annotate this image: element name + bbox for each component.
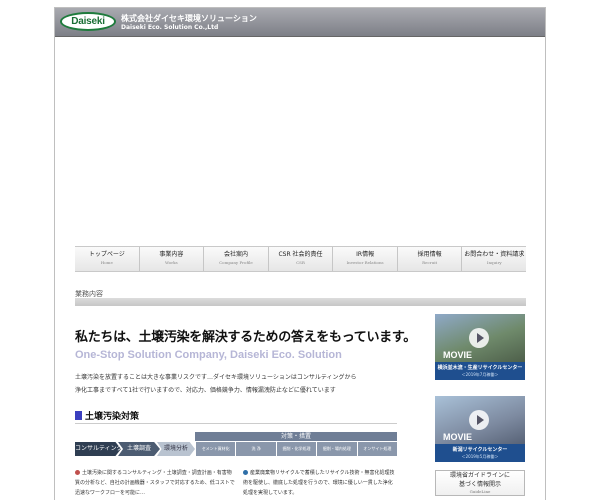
site-header: Daiseki 株式会社ダイセキ環境ソリューション Daiseki Eco. S… <box>55 8 545 37</box>
main-headline: 私たちは、土壌汚染を解決するための答えをもっています。 <box>75 330 416 345</box>
nav-sublabel: Home <box>100 260 113 265</box>
intro-text: 土壌汚染を放置することは大きな事業リスクです…ダイセキ環境ソリューションはコンサ… <box>75 371 397 397</box>
nav-label: IR情報 <box>356 251 375 258</box>
main-subheadline: One-Stop Solution Company, Daiseki Eco. … <box>75 349 342 361</box>
banner-title: 横浜並木流・生産リサイクルセンター <box>437 365 523 371</box>
section-header: 業務内容 <box>75 289 526 306</box>
nav-sublabel: Works <box>165 260 178 265</box>
flow-row: コンサルティング 土壌調査 環境分析 セメント資材化 洗 浄 掘削・化学処理 掘… <box>75 442 398 456</box>
global-nav: トップページ Home 事業内容 Works 会社案内 Company Prof… <box>75 246 526 272</box>
nav-item-company[interactable]: 会社案内 Company Profile <box>204 247 269 271</box>
company-name-en: Daiseki Eco. Solution Co.,Ltd <box>121 24 219 31</box>
banner-subtitle: ＜2019年7月稼働＞ <box>461 372 499 377</box>
flow-sub-step: 洗 浄 <box>236 442 276 456</box>
nav-item-inquiry[interactable]: お問合わせ・資料請求 Inquiry <box>462 247 526 271</box>
intro-line: 土壌汚染を放置することは大きな事業リスクです…ダイセキ環境ソリューションはコンサ… <box>75 374 357 381</box>
nav-sublabel: Investor Relations <box>346 260 384 265</box>
flow-sub-step: 掘削・化学処理 <box>276 442 317 456</box>
description-consulting: 土壌汚染に関するコンサルティング・土壌調査・調査計画・有害物質の分析など、自社の… <box>75 468 235 498</box>
nav-item-csr[interactable]: CSR 社会的責任 CSR <box>269 247 334 271</box>
logo-text: Daiseki <box>71 16 105 27</box>
nav-sublabel: Inquiry <box>486 260 502 265</box>
bullet-dot-icon <box>243 470 248 475</box>
nav-sublabel: Company Profile <box>219 260 253 265</box>
nav-item-works[interactable]: 事業内容 Works <box>140 247 205 271</box>
subsection-rule <box>75 423 397 424</box>
flow-sub-steps: セメント資材化 洗 浄 掘削・化学処理 掘削・場内処理 オンサイト処理 <box>196 442 398 456</box>
nav-label: 採用情報 <box>417 251 442 258</box>
banner-subtitle: ＜2019年5月稼働＞ <box>461 454 499 459</box>
banner-yokohama-movie[interactable]: MOVIE 横浜並木流・生産リサイクルセンター ＜2019年7月稼働＞ <box>435 314 525 380</box>
banner-niigata-movie[interactable]: MOVIE 新潟リサイクルセンター ＜2019年5月稼働＞ <box>435 396 525 462</box>
flow-step-survey: 土壌調査 <box>118 442 160 456</box>
banner-caption: 横浜並木流・生産リサイクルセンター ＜2019年7月稼働＞ <box>435 362 525 380</box>
banner-movie-label: MOVIE <box>443 350 473 360</box>
nav-item-home[interactable]: トップページ Home <box>75 247 140 271</box>
company-name-jp: 株式会社ダイセキ環境ソリューション <box>121 14 257 23</box>
flow-step-analysis: 環境分析 <box>157 442 195 456</box>
flow-sub-step: オンサイト処理 <box>357 442 398 456</box>
banner-movie-label: MOVIE <box>443 432 473 442</box>
guideline-line2: 基づく情報開示 <box>458 481 501 488</box>
flow-sub-step: セメント資材化 <box>196 442 236 456</box>
subsection-header: 土壌汚染対策 <box>75 409 397 425</box>
nav-label: お問合わせ・資料請求 <box>464 251 525 258</box>
intro-line: 浄化工事まですべて1社で行いますので、対応力、価格競争力、情報漏洩防止などに優れ… <box>75 387 336 394</box>
flow-top-label: 対策・措置 <box>195 432 397 441</box>
nav-label: トップページ <box>88 251 125 258</box>
section-rule <box>75 298 526 306</box>
guideline-line1: 環境省ガイドラインに <box>449 472 510 479</box>
description-text: 土壌汚染に関するコンサルティング・土壌調査・調査計画・有害物質の分析など、自社の… <box>75 470 235 496</box>
nav-sublabel: Recruit <box>422 260 438 265</box>
bullet-dot-icon <box>75 470 80 475</box>
description-treatment: 産業廃棄物リサイクルで蓄積したリサイクル技術・無害化処理技術を駆使し、徹底した処… <box>243 468 397 498</box>
nav-item-ir[interactable]: IR情報 Investor Relations <box>333 247 398 271</box>
flow-sub-step: 掘削・場内処理 <box>317 442 357 456</box>
play-icon <box>469 328 489 348</box>
process-flow: 対策・措置 コンサルティング 土壌調査 環境分析 セメント資材化 洗 浄 掘削・… <box>75 432 398 462</box>
nav-sublabel: CSR <box>296 260 305 265</box>
description-text: 産業廃棄物リサイクルで蓄積したリサイクル技術・無害化処理技術を駆使し、徹底した処… <box>243 470 395 496</box>
nav-label: 会社案内 <box>223 251 248 258</box>
nav-item-recruit[interactable]: 採用情報 Recruit <box>398 247 463 271</box>
nav-label: 事業内容 <box>159 251 184 258</box>
play-icon <box>469 410 489 430</box>
guideline-line3: GuideLine <box>469 489 491 494</box>
hero-area <box>55 37 545 245</box>
banner-title: 新潟リサイクルセンター <box>452 447 508 453</box>
flow-step-consulting: コンサルティング <box>75 442 121 456</box>
guideline-button[interactable]: 環境省ガイドラインに 基づく情報開示 GuideLine <box>435 470 525 496</box>
page-frame: Daiseki 株式会社ダイセキ環境ソリューション Daiseki Eco. S… <box>54 7 546 500</box>
square-bullet-icon <box>75 411 82 420</box>
nav-label: CSR 社会的責任 <box>278 251 323 258</box>
subsection-title: 土壌汚染対策 <box>85 412 140 422</box>
banner-caption: 新潟リサイクルセンター ＜2019年5月稼働＞ <box>435 444 525 462</box>
company-logo[interactable]: Daiseki <box>60 12 116 31</box>
